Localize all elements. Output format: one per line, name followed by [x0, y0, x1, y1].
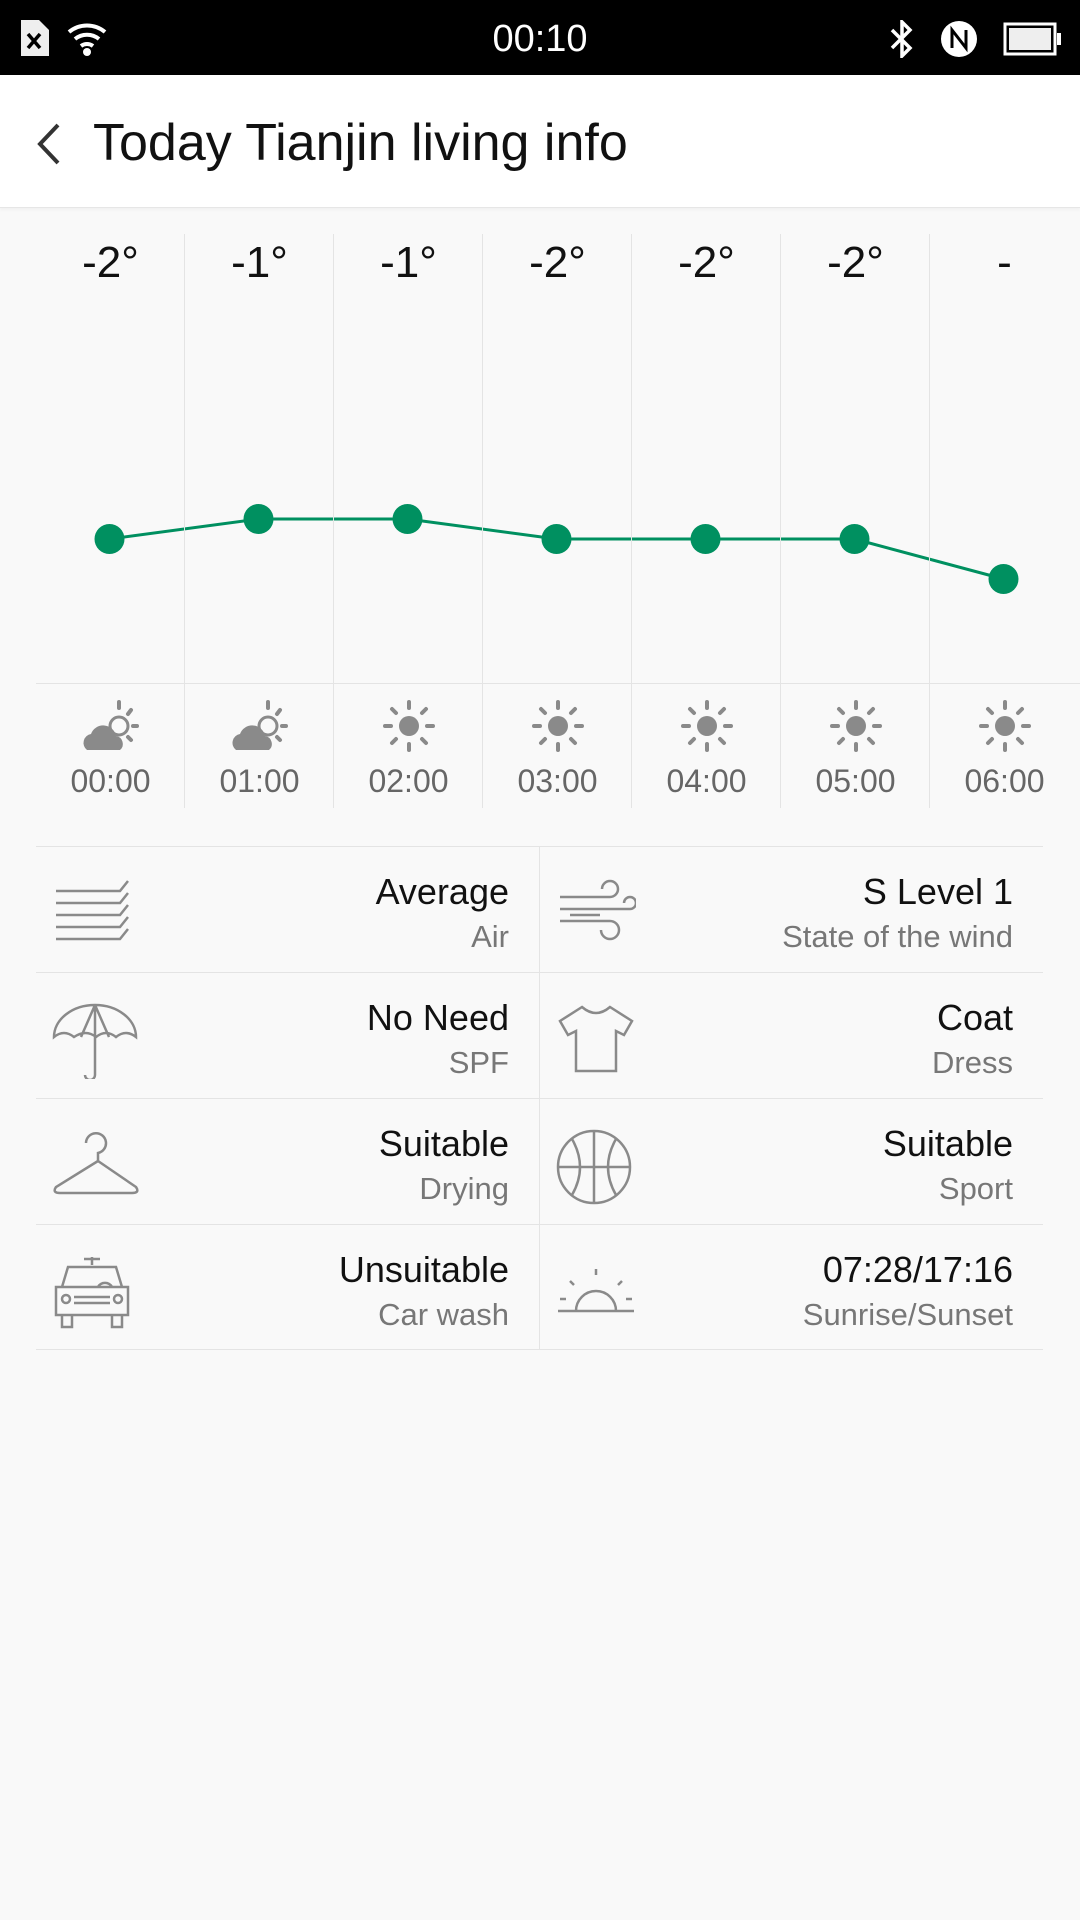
- living-value: S Level 1: [862, 871, 1013, 912]
- living-item[interactable]: 07:28/17:16 Sunrise/Sunset: [540, 1225, 1043, 1349]
- status-bar: 00:10: [0, 0, 1080, 75]
- battery-icon: [1003, 22, 1061, 56]
- living-item[interactable]: Average Air: [36, 847, 540, 972]
- living-value: Coat: [936, 997, 1013, 1038]
- hour-label: 04:00: [666, 763, 747, 799]
- living-value: No Need: [366, 997, 509, 1038]
- temperature-label: -1°: [231, 238, 288, 287]
- hour-label: 06:00: [964, 763, 1045, 799]
- temperature-label: -2°: [82, 238, 139, 287]
- living-row: No Need SPF Coat Dress: [36, 972, 1043, 1098]
- sunrise-icon: [558, 1269, 634, 1313]
- living-value: 07:28/17:16: [822, 1249, 1013, 1290]
- hour-label: 03:00: [517, 763, 598, 799]
- car-icon: [54, 1257, 130, 1329]
- living-label: Sunrise/Sunset: [802, 1297, 1013, 1332]
- living-label: Car wash: [378, 1297, 509, 1332]
- living-value: Suitable: [378, 1123, 509, 1164]
- living-item[interactable]: Suitable Sport: [540, 1099, 1043, 1224]
- living-label: Drying: [419, 1171, 509, 1206]
- temperature-label: -2°: [678, 238, 735, 287]
- hour-label: 02:00: [368, 763, 449, 799]
- temperature-label: -2°: [827, 238, 884, 287]
- hanger-icon: [53, 1131, 139, 1195]
- hour-label: 05:00: [815, 763, 896, 799]
- page-title: Today Tianjin living info: [93, 114, 628, 172]
- living-value: Average: [375, 871, 509, 912]
- living-item[interactable]: Suitable Drying: [36, 1099, 540, 1224]
- hour-label: 01:00: [219, 763, 300, 799]
- sunny-icon: [632, 698, 781, 754]
- living-value: Suitable: [882, 1123, 1013, 1164]
- shirt-icon: [558, 1005, 634, 1073]
- living-row: Suitable Drying Suitable Sport: [36, 1098, 1043, 1224]
- partly-cloudy-icon: [36, 698, 185, 754]
- living-label: Dress: [932, 1045, 1013, 1080]
- living-item[interactable]: No Need SPF: [36, 973, 540, 1098]
- bluetooth-icon: [890, 20, 913, 58]
- temperature-label: -: [997, 238, 1012, 287]
- sunny-icon: [781, 698, 930, 754]
- app-bar: Today Tianjin living info: [0, 75, 1080, 208]
- living-row: Average Air S Level 1 State of the wind: [36, 846, 1043, 972]
- nfc-icon: [941, 21, 977, 57]
- sunny-icon: [930, 698, 1079, 754]
- hour-label: 00:00: [70, 763, 151, 799]
- umbrella-icon: [52, 1003, 138, 1079]
- temperature-label: -1°: [380, 238, 437, 287]
- living-row: Unsuitable Car wash 07:28/17:16 Sunrise/Sun…: [36, 1224, 1043, 1350]
- clock: 00:10: [492, 18, 588, 60]
- living-value: Unsuitable: [338, 1249, 509, 1290]
- hourly-temperature-chart[interactable]: -2° 00:00 -1° 01:00 -1° 02:00 -2° 03:00 -2° 04:00…: [0, 208, 1080, 808]
- living-label: Sport: [938, 1171, 1013, 1206]
- living-label: State of the wind: [782, 919, 1013, 954]
- wind-icon: [560, 879, 636, 941]
- living-label: SPF: [448, 1045, 509, 1080]
- living-index-grid: Average Air S Level 1 State of the wind No N…: [36, 846, 1043, 1350]
- living-item[interactable]: S Level 1 State of the wind: [540, 847, 1043, 972]
- basketball-icon: [556, 1129, 632, 1205]
- partly-cloudy-icon: [185, 698, 334, 754]
- living-item[interactable]: Unsuitable Car wash: [36, 1225, 540, 1349]
- sunny-icon: [334, 698, 483, 754]
- temperature-label: -2°: [529, 238, 586, 287]
- haze-icon: [56, 880, 129, 941]
- sunny-icon: [483, 698, 632, 754]
- back-button[interactable]: [30, 119, 70, 169]
- living-label: Air: [471, 919, 509, 954]
- living-item[interactable]: Coat Dress: [540, 973, 1043, 1098]
